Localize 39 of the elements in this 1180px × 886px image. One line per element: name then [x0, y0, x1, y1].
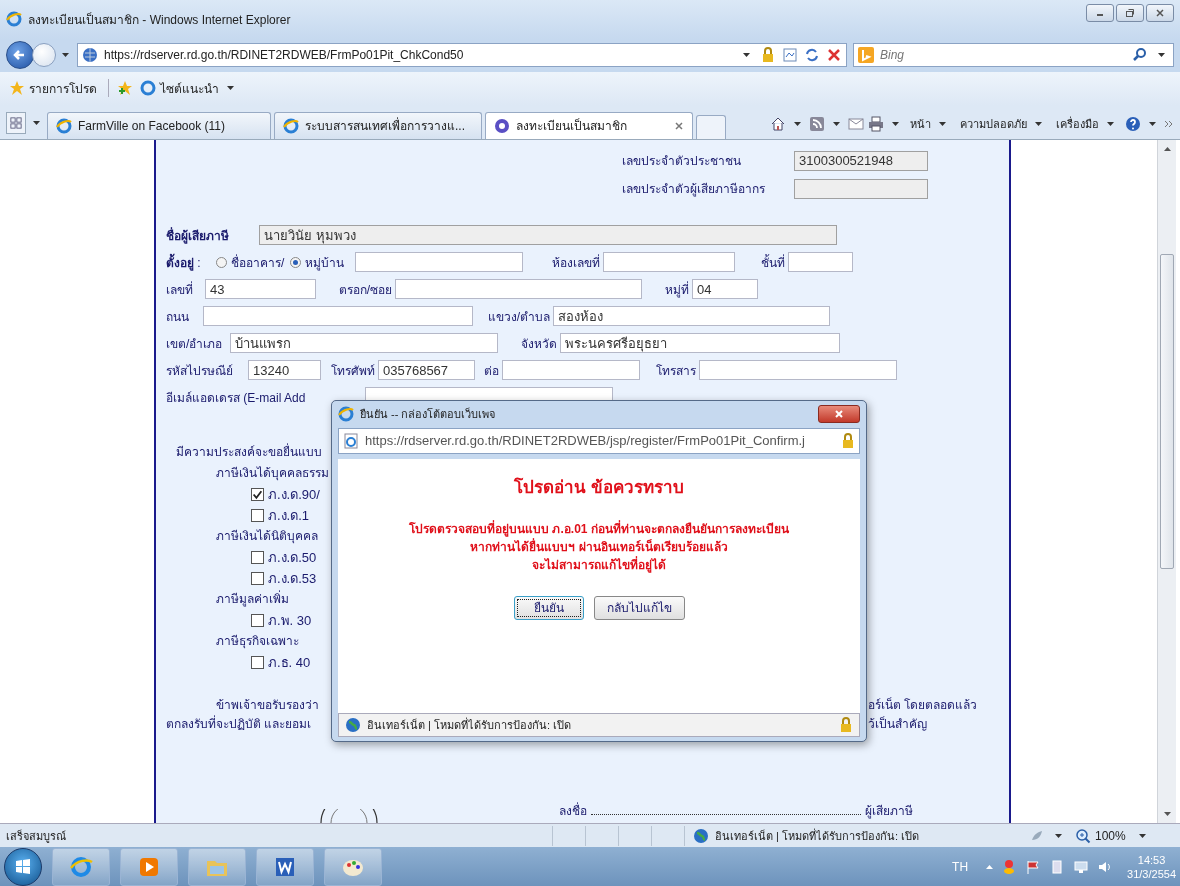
field-label: เลขที่	[166, 280, 194, 299]
field-label: ชั้นที่	[760, 253, 787, 272]
certification-text: ว้เป็นสำคัญ	[868, 715, 928, 733]
field-label: ต่อ	[483, 362, 500, 380]
field-label: ชื่อผู้เสียภาษี	[166, 226, 230, 245]
warning-text: โปรดตรวจสอบที่อยู่บนแบบ ภ.อ.01 ก่อนที่ท่านจะตกลงยืนยันการลงทะเบียน	[409, 519, 789, 538]
field-label: ห้องเลขที่	[551, 253, 602, 272]
field-label: เขต/อำเภอ	[166, 335, 224, 353]
signature-label: ผู้เสียภาษี	[865, 803, 913, 821]
dialog-heading: โปรดอ่าน ข้อควรทราบ	[514, 476, 684, 499]
group-label: ภาษีมูลค่าเพิ่ม	[216, 589, 289, 609]
dialog-title: ยืนยัน -- กล่องโต้ตอบเว็บเพจ	[360, 406, 496, 423]
signature-label: ลงชื่อ	[559, 801, 587, 821]
field-label: แขวง/ตำบล	[486, 308, 551, 326]
status-text: เสร็จสมบูรณ์	[6, 828, 67, 845]
window-title: ลงทะเบียนเป็นสมาชิก - Windows Internet Explorer	[28, 11, 291, 29]
field-label: อีเมล์แอดเดรส (E-mail Add	[166, 389, 307, 407]
group-label: ภาษีธุรกิจเฉพาะ	[216, 632, 299, 651]
field-label: จังหวัด	[520, 335, 558, 353]
field-label: โทรสาร	[655, 362, 697, 380]
certification-text: อร์เน็ต โดยตลอดแล้ว	[868, 696, 979, 714]
security-zone-text: อินเทอร์เน็ต | โหมดที่ได้รับการป้องกัน: เปิด	[715, 827, 920, 844]
field-label: ตรอก/ซอย	[337, 281, 393, 299]
field-label: เลขประจำตัวประชาชน	[622, 153, 742, 171]
address-field: https://rdserver.rd.go.th/RDINET2RDWEB/jsp/register/FrmPo01Pit_Confirm.j	[338, 427, 860, 454]
field-label: โทรศัพท์	[330, 362, 376, 380]
group-label: ภาษีเงินได้บุคคลธรรม	[216, 464, 329, 483]
certification-text: ตกลงรับที่จะปฏิบัติ และยอมเ	[166, 714, 312, 733]
security-zone-text: อินเทอร์เน็ต | โหมดที่ได้รับการป้องกัน: เปิด	[367, 716, 573, 733]
field-label: หมู่ที่	[664, 280, 690, 299]
group-label: ภาษีเงินได้นิติบุคคล	[216, 527, 318, 546]
field-label: ตั้งอยู่ :	[166, 252, 202, 272]
field-label: เลขประจำตัวผู้เสียภาษีอากร	[622, 181, 766, 199]
certification-text: ข้าพเจ้าขอรับรองว่า	[216, 696, 319, 714]
field-label: รหัสไปรษณีย์	[166, 362, 234, 380]
field-label: ถนน	[166, 308, 190, 326]
warning-text: หากท่านได้ยื่นแบบฯ ผ่านอินเทอร์เน็ตเรียบร้อยแล้ว	[470, 537, 728, 556]
section-label: มีความประสงค์จะขอยื่นแบบ	[176, 442, 322, 461]
warning-text: จะไม่สามารถแก้ไขที่อยู่ได้	[532, 555, 666, 574]
